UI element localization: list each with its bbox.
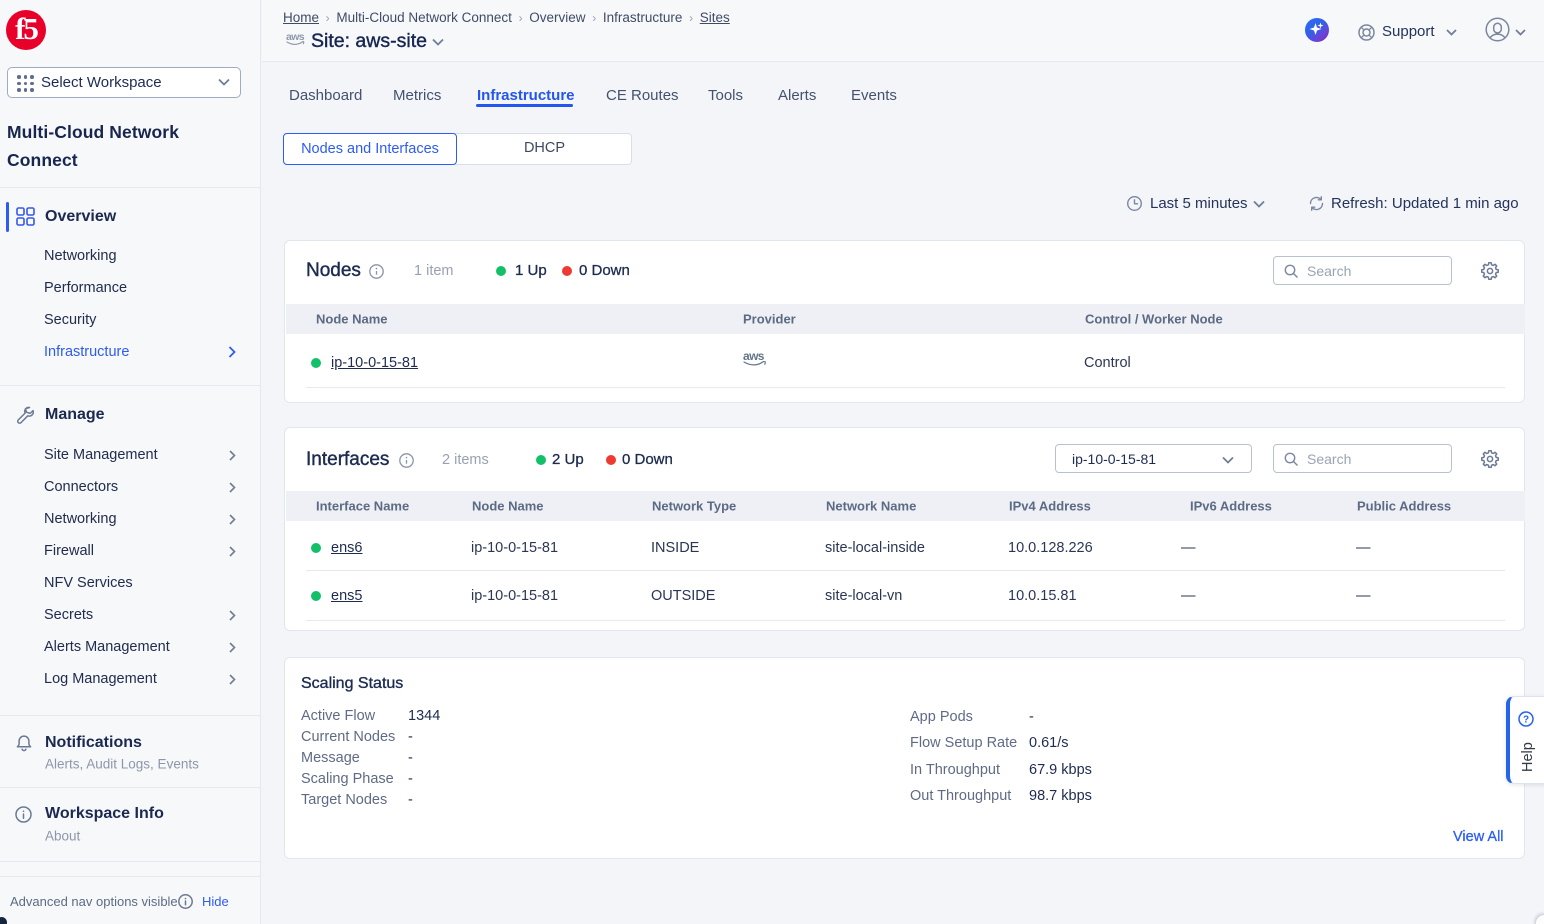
svg-text:?: ?: [1523, 715, 1529, 726]
